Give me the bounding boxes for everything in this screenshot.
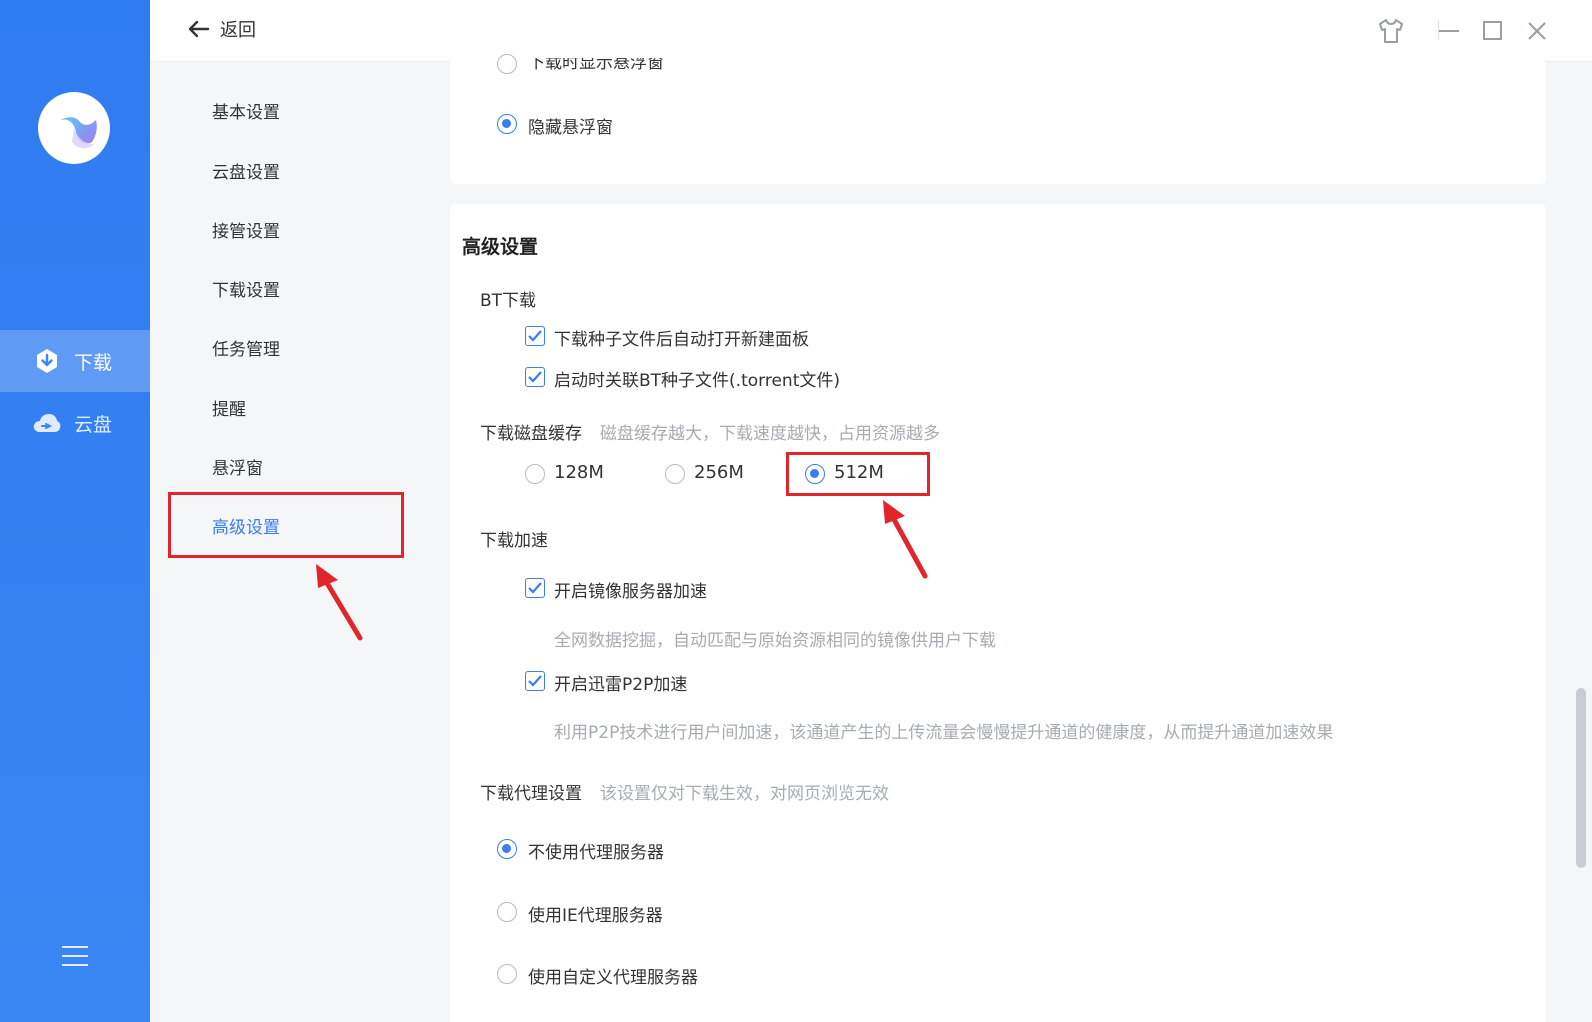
- show-float-label: 下载时显示悬浮窗: [528, 53, 664, 73]
- bt-auto-open-checkbox[interactable]: [525, 326, 545, 346]
- show-float-radio[interactable]: [497, 54, 517, 74]
- close-icon[interactable]: [1522, 16, 1552, 46]
- hide-float-label: 隐藏悬浮窗: [528, 118, 613, 138]
- cache-128-radio[interactable]: [525, 464, 545, 484]
- float-window-card: 下载时显示悬浮窗 隐藏悬浮窗: [450, 52, 1546, 184]
- proxy-ie-radio[interactable]: [497, 902, 517, 922]
- section-title: 高级设置: [462, 236, 539, 258]
- p2p-accel-label: 开启迅雷P2P加速: [554, 675, 688, 695]
- settings-nav-float[interactable]: 悬浮窗: [212, 454, 263, 479]
- rail-item-label: 云盘: [74, 413, 113, 436]
- proxy-label: 下载代理设置: [480, 784, 582, 804]
- red-arrow-icon: [883, 500, 928, 579]
- rail-item-label: 下载: [74, 351, 113, 374]
- advanced-settings-card: 高级设置 BT下载 下载种子文件后自动打开新建面板 启动时关联BT种子文件(.t…: [450, 204, 1546, 1022]
- settings-nav-tasks[interactable]: 任务管理: [212, 335, 280, 360]
- bt-label: BT下载: [480, 291, 537, 311]
- mirror-accel-checkbox[interactable]: [525, 578, 545, 598]
- minimize-icon[interactable]: [1434, 16, 1464, 46]
- settings-nav: 基本设置 云盘设置 接管设置 下载设置 任务管理 提醒 悬浮窗 高级设置: [150, 62, 442, 1022]
- proxy-hint: 该设置仅对下载生效，对网页浏览无效: [600, 784, 889, 804]
- maximize-icon[interactable]: [1478, 16, 1508, 46]
- skin-icon[interactable]: [1376, 16, 1406, 46]
- back-label: 返回: [220, 20, 256, 41]
- proxy-none-label: 不使用代理服务器: [528, 843, 664, 863]
- rail-item-download[interactable]: 下载: [0, 330, 150, 392]
- red-arrow-icon: [316, 564, 363, 641]
- download-icon: [32, 347, 62, 375]
- checkmark-icon: [528, 330, 542, 342]
- cloud-icon: [32, 409, 62, 437]
- settings-nav-download[interactable]: 下载设置: [212, 276, 280, 301]
- cache-label: 下载磁盘缓存: [480, 424, 582, 444]
- highlight-box: [786, 452, 930, 496]
- hide-float-radio[interactable]: [497, 114, 517, 134]
- menu-icon[interactable]: [62, 946, 88, 968]
- proxy-custom-label: 使用自定义代理服务器: [528, 968, 698, 988]
- proxy-custom-radio[interactable]: [497, 964, 517, 984]
- back-button[interactable]: 返回: [186, 16, 256, 42]
- app-logo: [38, 92, 110, 164]
- checkmark-icon: [528, 582, 542, 594]
- checkmark-icon: [528, 371, 542, 383]
- app-rail: 下载 云盘: [0, 0, 150, 1022]
- cache-256-radio[interactable]: [665, 464, 685, 484]
- mirror-accel-desc: 全网数据挖掘，自动匹配与原始资源相同的镜像供用户下载: [554, 631, 996, 651]
- mirror-accel-label: 开启镜像服务器加速: [554, 582, 707, 602]
- rail-item-cloud[interactable]: 云盘: [0, 392, 150, 454]
- checkmark-icon: [528, 675, 542, 687]
- cache-hint: 磁盘缓存越大，下载速度越快，占用资源越多: [600, 424, 940, 444]
- accel-label: 下载加速: [480, 531, 548, 551]
- bt-associate-checkbox[interactable]: [525, 367, 545, 387]
- p2p-accel-checkbox[interactable]: [525, 671, 545, 691]
- settings-nav-reminder[interactable]: 提醒: [212, 395, 246, 420]
- cache-256-label: 256M: [694, 462, 744, 483]
- proxy-ie-label: 使用IE代理服务器: [528, 906, 663, 926]
- settings-nav-cloud[interactable]: 云盘设置: [212, 158, 280, 183]
- bt-auto-open-label: 下载种子文件后自动打开新建面板: [554, 330, 809, 350]
- bt-associate-label: 启动时关联BT种子文件(.torrent文件): [554, 371, 840, 391]
- cache-128-label: 128M: [554, 462, 604, 483]
- settings-nav-takeover[interactable]: 接管设置: [212, 217, 280, 242]
- arrow-left-icon: [188, 20, 210, 38]
- proxy-none-radio[interactable]: [497, 839, 517, 859]
- scrollbar[interactable]: [1576, 688, 1586, 868]
- highlight-box: [168, 492, 404, 558]
- p2p-accel-desc: 利用P2P技术进行用户间加速，该通道产生的上传流量会慢慢提升通道的健康度，从而提…: [554, 723, 1334, 743]
- settings-nav-basic[interactable]: 基本设置: [212, 98, 280, 123]
